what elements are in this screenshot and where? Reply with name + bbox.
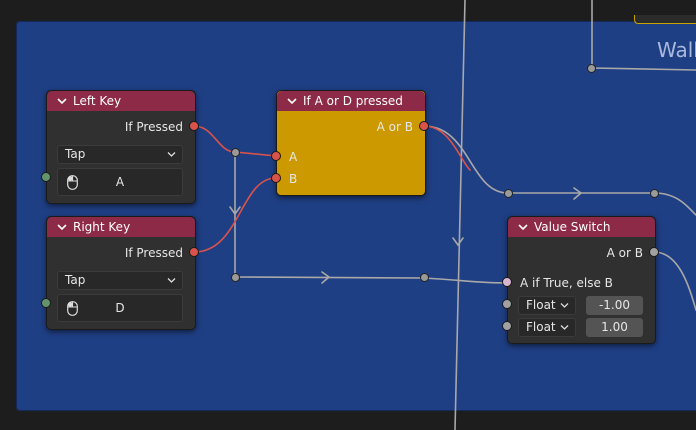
dropdown-value: Float <box>526 320 556 334</box>
chevron-down-icon <box>560 325 569 330</box>
node-header[interactable]: Right Key <box>47 217 195 237</box>
value-field-b[interactable]: 1.00 <box>586 318 643 337</box>
link-vertical-top-right <box>591 0 696 71</box>
input-label-b: B <box>289 172 298 186</box>
input-socket-condition[interactable] <box>502 277 512 287</box>
dropdown-value: Tap <box>65 273 86 287</box>
output-socket[interactable] <box>189 247 199 257</box>
input-socket-b[interactable] <box>502 321 512 331</box>
link-or-output <box>423 125 655 194</box>
chevron-down-icon <box>167 278 176 283</box>
input-socket[interactable] <box>41 298 51 308</box>
link-reroute-right <box>234 276 508 284</box>
type-dropdown-a[interactable]: Float <box>518 296 576 315</box>
dropdown-value: Tap <box>65 147 86 161</box>
output-label: A or B <box>376 120 413 134</box>
input-socket-a[interactable] <box>502 299 512 309</box>
output-label: If Pressed <box>124 120 183 134</box>
node-title: Right Key <box>73 220 131 234</box>
dropdown-value: Float <box>526 298 556 312</box>
reroute-point[interactable] <box>587 64 596 73</box>
link-vertical-left <box>454 0 466 430</box>
output-socket[interactable] <box>649 247 659 257</box>
output-socket[interactable] <box>419 121 429 131</box>
node-or[interactable]: If A or D pressed A or B A B <box>276 90 426 196</box>
node-title: Value Switch <box>534 220 611 234</box>
reroute-point[interactable] <box>650 189 659 198</box>
condition-label: A if True, else B <box>520 276 613 290</box>
mode-dropdown[interactable]: Tap <box>57 271 183 290</box>
reroute-point[interactable] <box>231 148 240 157</box>
type-dropdown-b[interactable]: Float <box>518 318 576 337</box>
key-label: A <box>115 175 125 189</box>
node-title: Left Key <box>73 94 122 108</box>
link-switch-output <box>653 251 696 311</box>
link-right-upper <box>653 192 696 216</box>
link-left-pressed <box>193 125 236 153</box>
value-field-a[interactable]: -1.00 <box>586 296 643 315</box>
node-header[interactable]: Value Switch <box>508 217 655 237</box>
output-socket[interactable] <box>189 121 199 131</box>
key-label: D <box>115 301 125 315</box>
link-reroute-to-a <box>234 151 277 157</box>
chevron-down-icon[interactable] <box>55 94 69 108</box>
input-socket[interactable] <box>41 172 51 182</box>
chevron-down-icon[interactable] <box>516 220 530 234</box>
mode-dropdown[interactable]: Tap <box>57 145 183 164</box>
node-right-key[interactable]: Right Key If Pressed Tap D <box>46 216 196 330</box>
chevron-down-icon[interactable] <box>285 94 299 108</box>
input-socket-a[interactable] <box>271 151 281 161</box>
chevron-down-icon[interactable] <box>55 220 69 234</box>
reroute-point[interactable] <box>504 189 513 198</box>
input-socket-b[interactable] <box>271 173 281 183</box>
node-left-key[interactable]: Left Key If Pressed Tap A <box>46 90 196 204</box>
chevron-down-icon <box>560 303 569 308</box>
node-header[interactable]: If A or D pressed <box>277 91 425 111</box>
chevron-down-icon <box>167 152 176 157</box>
reroute-point[interactable] <box>420 273 429 282</box>
node-header[interactable]: Left Key <box>47 91 195 111</box>
output-label: A or B <box>606 246 643 260</box>
output-label: If Pressed <box>124 246 183 260</box>
node-title: If A or D pressed <box>303 94 403 108</box>
key-input[interactable]: D <box>57 294 183 322</box>
node-value-switch[interactable]: Value Switch A or B A if True, else B Fl… <box>507 216 656 344</box>
reroute-point[interactable] <box>231 273 240 282</box>
key-input[interactable]: A <box>57 168 183 196</box>
input-label-a: A <box>289 150 298 164</box>
